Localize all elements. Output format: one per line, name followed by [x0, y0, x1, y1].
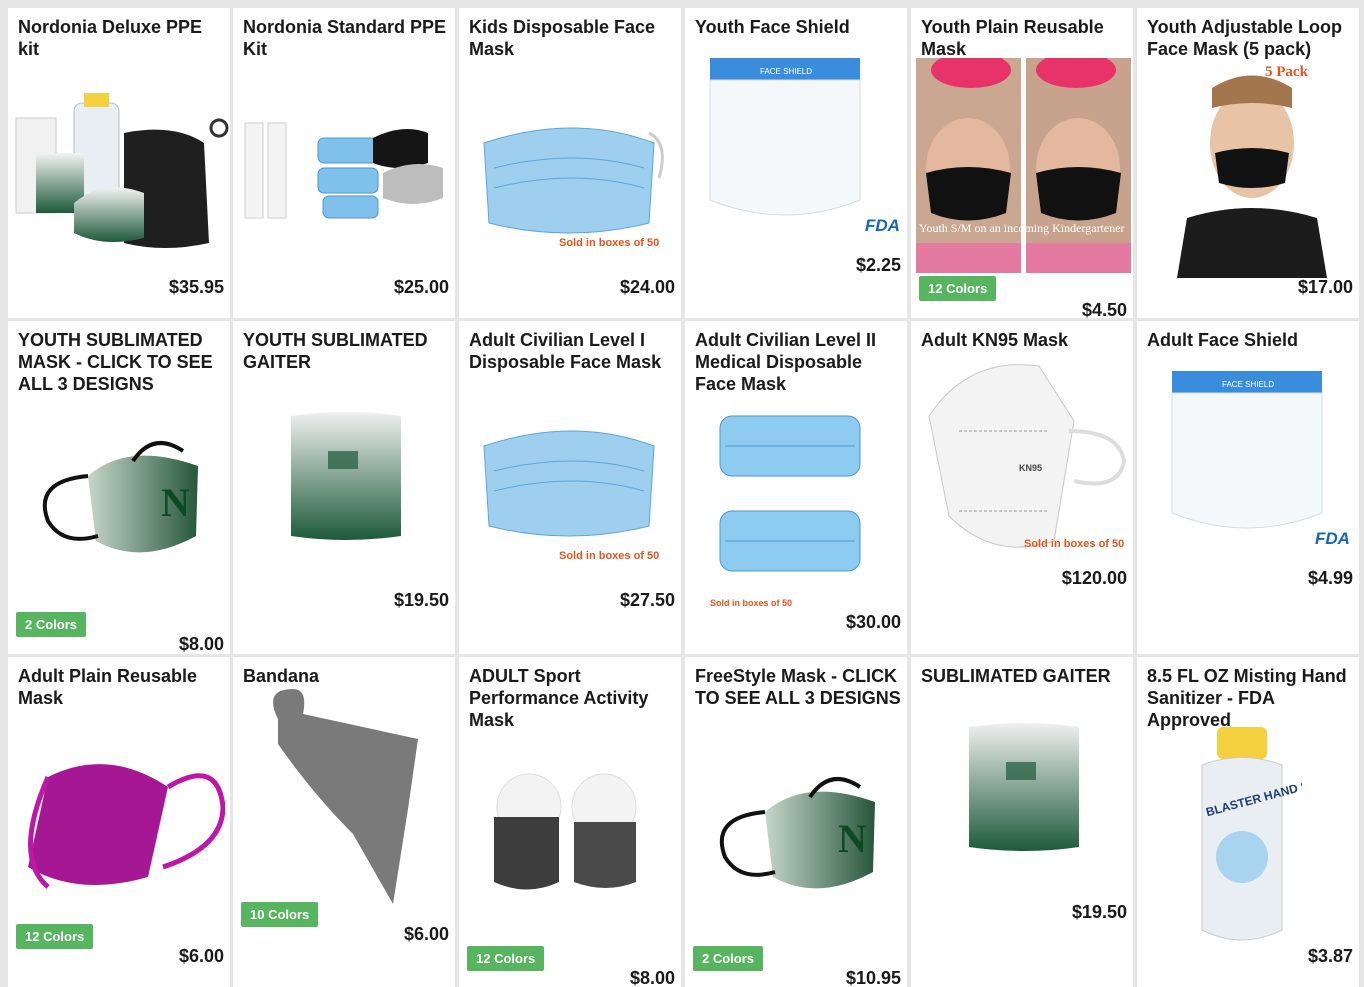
product-title[interactable]: Nordonia Deluxe PPE kit	[18, 16, 224, 60]
product-price: $6.00	[178, 946, 224, 966]
fda-logo: FDA	[1315, 529, 1350, 548]
product-price: $8.00	[629, 968, 675, 987]
product-image[interactable]: Sold in boxes of 50	[474, 113, 674, 253]
product-image[interactable]	[14, 93, 229, 253]
product-price: $25.00	[393, 277, 449, 297]
product-title[interactable]: Adult Civilian Level I Disposable Face M…	[469, 329, 675, 373]
product-card[interactable]: YOUTH SUBLIMATED MASK - CLICK TO SEE ALL…	[8, 321, 230, 654]
product-title[interactable]: ADULT Sport Performance Activity Mask	[469, 665, 675, 731]
product-image[interactable]	[13, 727, 225, 912]
product-image[interactable]: Sold in boxes of 50	[474, 416, 674, 566]
box-note: Sold in boxes of 50	[710, 598, 792, 608]
colors-badge[interactable]: 10 Colors	[241, 902, 319, 927]
product-image[interactable]	[258, 679, 428, 904]
product-price: $2.25	[855, 255, 901, 275]
product-price: $8.00	[178, 634, 224, 654]
product-price: $10.95	[845, 968, 901, 987]
product-card[interactable]: Nordonia Standard PPE Kit $25.00	[233, 8, 455, 318]
product-title[interactable]: Nordonia Standard PPE Kit	[243, 16, 449, 60]
product-price: $3.87	[1307, 946, 1353, 966]
colors-badge[interactable]: 2 Colors	[693, 946, 764, 971]
product-title[interactable]: Youth Face Shield	[695, 16, 901, 38]
product-image[interactable]	[961, 722, 1086, 857]
product-card[interactable]: Youth Plain Reusable Mask Youth S/M on a…	[911, 8, 1133, 318]
product-image[interactable]: FACE SHIELD FDA	[705, 53, 905, 238]
product-card[interactable]: FreeStyle Mask - CLICK TO SEE ALL 3 DESI…	[685, 657, 907, 987]
fda-logo: FDA	[865, 216, 900, 235]
product-image[interactable]	[243, 118, 453, 228]
product-card[interactable]: Youth Face Shield FACE SHIELD FDA $2.25	[685, 8, 907, 318]
product-price: $24.00	[619, 277, 675, 297]
product-image[interactable]	[283, 411, 408, 546]
product-title[interactable]: Adult Face Shield	[1147, 329, 1353, 351]
product-card[interactable]: Adult KN95 Mask KN95 Sold in boxes of 50…	[911, 321, 1133, 654]
product-title[interactable]: YOUTH SUBLIMATED GAITER	[243, 329, 449, 373]
svg-text:N: N	[161, 480, 190, 525]
product-grid: Nordonia Deluxe PPE kit $35.95 Nordonia …	[0, 0, 1364, 987]
product-image[interactable]	[489, 772, 659, 897]
product-card[interactable]: Adult Face Shield FACE SHIELD FDA $4.99	[1137, 321, 1359, 654]
box-note: Sold in boxes of 50	[559, 550, 659, 562]
colors-badge[interactable]: 2 Colors	[16, 612, 87, 637]
product-price: $17.00	[1297, 277, 1353, 297]
shield-label: FACE SHIELD	[760, 67, 812, 76]
product-card[interactable]: Adult Civilian Level II Medical Disposab…	[685, 321, 907, 654]
box-note: Sold in boxes of 50	[1024, 538, 1124, 550]
product-price: $4.99	[1307, 568, 1353, 588]
colors-badge[interactable]: 12 Colors	[16, 924, 94, 949]
product-image[interactable]: BLASTER HAND SANITIZER	[1182, 727, 1302, 947]
product-price: $19.50	[393, 590, 449, 610]
product-card[interactable]: Nordonia Deluxe PPE kit $35.95	[8, 8, 230, 318]
product-price: $27.50	[619, 590, 675, 610]
colors-badge[interactable]: 12 Colors	[467, 946, 545, 971]
product-card[interactable]: Kids Disposable Face Mask Sold in boxes …	[459, 8, 681, 318]
product-title[interactable]: Youth Adjustable Loop Face Mask (5 pack)	[1147, 16, 1353, 60]
product-price: $4.50	[1081, 300, 1127, 318]
product-title[interactable]: Youth Plain Reusable Mask	[921, 16, 1127, 60]
product-image[interactable]: KN95 Sold in boxes of 50	[919, 361, 1129, 556]
product-title[interactable]: YOUTH SUBLIMATED MASK - CLICK TO SEE ALL…	[18, 329, 224, 395]
product-title[interactable]: FreeStyle Mask - CLICK TO SEE ALL 3 DESI…	[695, 665, 901, 709]
shield-label: FACE SHIELD	[1222, 380, 1274, 389]
product-card[interactable]: YOUTH SUBLIMATED GAITER $19.50	[233, 321, 455, 654]
product-image[interactable]: Sold in boxes of 50	[705, 406, 885, 611]
product-title[interactable]: 8.5 FL OZ Misting Hand Sanitizer - FDA A…	[1147, 665, 1353, 731]
product-title[interactable]: Adult Civilian Level II Medical Disposab…	[695, 329, 901, 395]
product-image[interactable]: 5 Pack	[1157, 58, 1347, 278]
product-card[interactable]: Adult Civilian Level I Disposable Face M…	[459, 321, 681, 654]
kn95-label: KN95	[1019, 463, 1042, 473]
product-image[interactable]: N	[33, 436, 208, 561]
product-price: $6.00	[403, 924, 449, 944]
product-card[interactable]: ADULT Sport Performance Activity Mask 12…	[459, 657, 681, 987]
product-image[interactable]: Youth S/M on an incoming Kindergartener	[916, 58, 1131, 273]
box-note: Sold in boxes of 50	[559, 237, 659, 249]
product-image[interactable]: N	[710, 772, 885, 897]
svg-text:N: N	[838, 816, 867, 861]
product-title[interactable]: Adult Plain Reusable Mask	[18, 665, 224, 709]
product-price: $19.50	[1071, 902, 1127, 922]
product-card[interactable]: Youth Adjustable Loop Face Mask (5 pack)…	[1137, 8, 1359, 318]
product-card[interactable]: Adult Plain Reusable Mask 12 Colors $6.0…	[8, 657, 230, 987]
pack-note: 5 Pack	[1265, 64, 1309, 80]
product-image[interactable]: FACE SHIELD FDA	[1157, 366, 1357, 551]
product-card[interactable]: Bandana 10 Colors $6.00	[233, 657, 455, 987]
product-title[interactable]: Kids Disposable Face Mask	[469, 16, 675, 60]
colors-badge[interactable]: 12 Colors	[919, 276, 997, 301]
product-price: $30.00	[845, 612, 901, 632]
product-price: $120.00	[1061, 568, 1127, 588]
image-caption: Youth S/M on an incoming Kindergartener	[919, 221, 1125, 235]
product-title[interactable]: Adult KN95 Mask	[921, 329, 1127, 351]
product-price: $35.95	[168, 277, 224, 297]
product-title[interactable]: SUBLIMATED GAITER	[921, 665, 1127, 687]
product-card[interactable]: SUBLIMATED GAITER $19.50	[911, 657, 1133, 987]
product-card[interactable]: 8.5 FL OZ Misting Hand Sanitizer - FDA A…	[1137, 657, 1359, 987]
